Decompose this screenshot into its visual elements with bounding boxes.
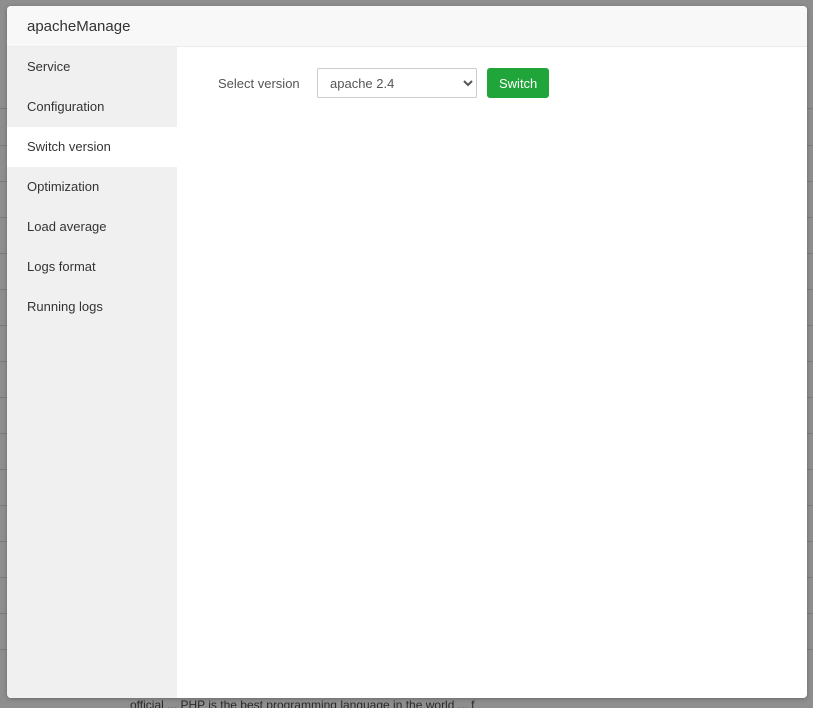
sidebar-item-logs-format[interactable]: Logs format [7, 247, 177, 287]
dialog-title: apacheManage [27, 17, 131, 35]
main-content: Select version apache 2.4 Switch [177, 47, 807, 698]
version-form-row: Select version apache 2.4 Switch [218, 68, 550, 98]
dialog-header: apacheManage [7, 6, 807, 47]
sidebar-item-load-average[interactable]: Load average [7, 207, 177, 247]
sidebar-item-service[interactable]: Service [7, 47, 177, 87]
sidebar-item-running-logs[interactable]: Running logs [7, 287, 177, 327]
sidebar-item-switch-version[interactable]: Switch version [7, 127, 177, 167]
switch-button[interactable]: Switch [487, 68, 550, 98]
sidebar: Service Configuration Switch version Opt… [7, 47, 177, 698]
sidebar-item-configuration[interactable]: Configuration [7, 87, 177, 127]
backdrop-text-line: official ... PHP is the best programming… [130, 698, 475, 708]
sidebar-item-optimization[interactable]: Optimization [7, 167, 177, 207]
select-version-label: Select version [218, 75, 300, 91]
dialog-body: Service Configuration Switch version Opt… [7, 47, 807, 698]
apache-manage-dialog: apacheManage Service Configuration Switc… [7, 6, 807, 698]
version-select[interactable]: apache 2.4 [317, 68, 477, 98]
